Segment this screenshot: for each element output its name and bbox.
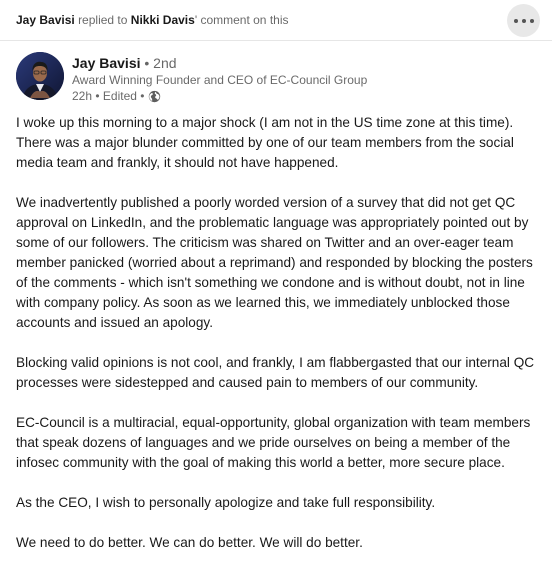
post-body: I woke up this morning to a major shock …: [16, 113, 540, 573]
target-link[interactable]: Nikki Davis: [131, 13, 195, 27]
post-paragraph: We need to do better. We can do better. …: [16, 535, 363, 550]
context-action: replied to: [78, 13, 128, 27]
more-options-button[interactable]: [507, 4, 540, 37]
context-suffix: ' comment on this: [194, 13, 289, 27]
post-paragraph: Blocking valid opinions is not cool, and…: [16, 355, 535, 390]
post-meta: 22h • Edited •: [72, 89, 161, 103]
globe-icon: [148, 90, 161, 103]
divider: [0, 40, 552, 41]
profile-photo: [16, 52, 64, 100]
post-paragraph: As the CEO, I wish to personally apologi…: [16, 495, 436, 510]
author-headline: Award Winning Founder and CEO of EC-Coun…: [72, 73, 368, 87]
actor-link[interactable]: Jay Bavisi: [16, 13, 75, 27]
post-timestamp: 22h • Edited •: [72, 89, 145, 103]
author-name[interactable]: Jay Bavisi: [72, 55, 141, 71]
post-paragraph: We inadvertently published a poorly word…: [16, 195, 533, 330]
activity-context: Jay Bavisi replied to Nikki Davis' comme…: [16, 13, 289, 27]
post-paragraph: EC-Council is a multiracial, equal-oppor…: [16, 415, 531, 470]
avatar[interactable]: [16, 52, 64, 100]
post-paragraph: I woke up this morning to a major shock …: [16, 115, 514, 170]
author-name-line: Jay Bavisi • 2nd: [72, 55, 177, 71]
activity-context-bar: Jay Bavisi replied to Nikki Davis' comme…: [0, 0, 552, 40]
connection-degree: • 2nd: [144, 55, 177, 71]
more-horizontal-icon: [512, 18, 536, 23]
